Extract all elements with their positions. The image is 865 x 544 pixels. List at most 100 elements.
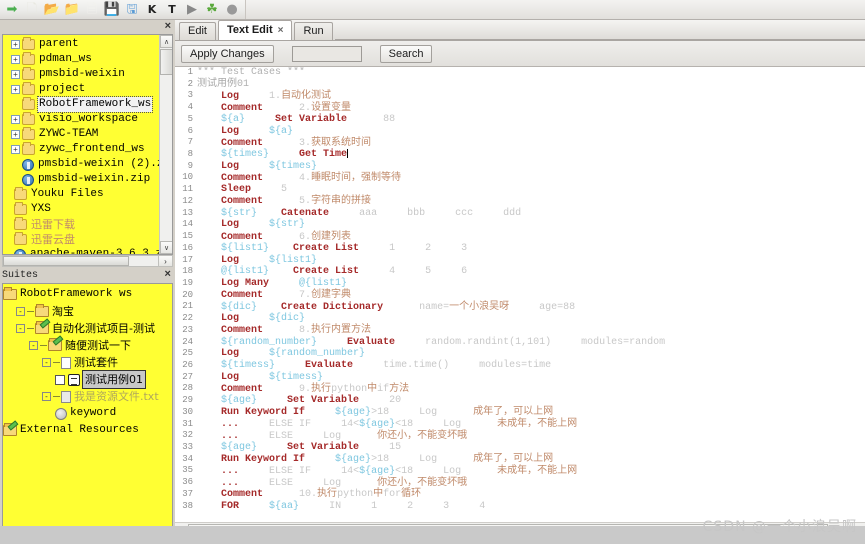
code-line[interactable]: 8 ${times} Get Time [175, 148, 865, 161]
code-line[interactable]: 9 Log ${times} [175, 161, 865, 173]
code-line[interactable]: 22 Log ${dic} [175, 313, 865, 325]
file-tree-item[interactable]: Youku Files [3, 187, 160, 202]
code-line[interactable]: 24 ${random_number} Evaluate random.rand… [175, 337, 865, 349]
suite-tree-item[interactable]: - 我是资源文件.txt [3, 388, 172, 405]
file-tree-item[interactable]: + pdman_ws [3, 52, 160, 67]
code-line[interactable]: 38 FOR ${aa} IN 1 2 3 4 [175, 501, 865, 513]
test-case-checkbox[interactable] [55, 374, 65, 385]
code-lines[interactable]: 1 *** Test Cases *** 2 测试用例01 3 Log 1.自动化测试 4… [175, 67, 865, 522]
tab-text-edit[interactable]: Text Edit × [217, 20, 293, 40]
code-line[interactable]: 11 Sleep 5 [175, 184, 865, 196]
code-line[interactable]: 30 Run Keyword If ${age}>18 Log 成年了，可以上网 [175, 406, 865, 419]
suite-tree-item[interactable]: 测试用例01 [3, 370, 172, 389]
code-line[interactable]: 21 ${dic} Create Dictionary name=一个小浪吴呀 … [175, 301, 865, 313]
apply-changes-button[interactable]: Apply Changes [181, 44, 274, 63]
forward-arrow-icon[interactable]: ➡ [2, 0, 22, 19]
code-line[interactable]: 7 Comment 3.获取系统时间 [175, 137, 865, 149]
tree-collapse-icon[interactable]: - [42, 358, 51, 367]
code-line[interactable]: 4 Comment 2.设置变量 [175, 102, 865, 114]
tree-expand-icon[interactable]: + [11, 85, 20, 94]
suites-tree[interactable]: RobotFramework ws - 淘宝 - 自动化测试项目-测试 - 随便测试一下 - 测… [2, 283, 173, 541]
new-file-icon[interactable]: 🗋 [22, 0, 42, 19]
file-tree-item[interactable]: pmsbid-weixin (2).zip [3, 157, 160, 172]
code-line[interactable]: 13 ${str} Catenate aaa bbb ccc ddd [175, 208, 865, 220]
scroll-right-icon[interactable]: › [158, 256, 172, 266]
code-line[interactable]: 26 ${timess} Evaluate time.time() module… [175, 360, 865, 372]
run-icon[interactable]: ▶ [182, 0, 202, 19]
scrollbar-thumb[interactable] [3, 256, 129, 266]
folder-icon[interactable]: 📁 [62, 0, 82, 19]
close-icon[interactable]: × [165, 21, 171, 32]
close-icon[interactable]: × [278, 21, 284, 40]
search-button[interactable]: Search [379, 44, 433, 63]
code-line[interactable]: 1 *** Test Cases *** [175, 67, 865, 79]
code-line[interactable]: 34 Run Keyword If ${age}>18 Log 成年了，可以上网 [175, 453, 865, 466]
code-line[interactable]: 28 Comment 9.执行python中if方法 [175, 383, 865, 395]
suite-tree-item[interactable]: - 淘宝 [3, 303, 172, 320]
scroll-down-icon[interactable]: ∨ [160, 241, 172, 254]
code-line[interactable]: 32 ... ELSE Log 你还小，不能变坏哦 [175, 430, 865, 442]
t-letter-icon[interactable]: T [162, 0, 182, 19]
file-tree-item[interactable]: + visio_workspace [3, 112, 160, 127]
code-line[interactable]: 31 ... ELSE IF 14<${age}<18 Log 未成年，不能上网 [175, 418, 865, 431]
open-folder-icon[interactable]: 📂 [42, 0, 62, 19]
code-editor-area[interactable]: 1 *** Test Cases *** 2 测试用例01 3 Log 1.自动化测试 4… [175, 67, 865, 535]
suite-tree-item[interactable]: - 随便测试一下 [3, 337, 172, 354]
code-line[interactable]: 16 ${list1} Create List 1 2 3 [175, 243, 865, 255]
code-line[interactable]: 2 测试用例01 [175, 78, 865, 91]
code-line[interactable]: 35 ... ELSE IF 14<${age}<18 Log 未成年，不能上网 [175, 465, 865, 477]
k-letter-icon[interactable]: K [142, 0, 162, 19]
file-tree-item[interactable]: 迅雷云盘 [3, 232, 160, 247]
code-line[interactable]: 18 @{list1} Create List 4 5 6 [175, 266, 865, 278]
scrollbar-thumb[interactable] [160, 49, 172, 75]
suite-tree-item[interactable]: RobotFramework ws [3, 286, 172, 303]
save-all-icon[interactable]: 🖫 [122, 0, 142, 19]
files-tree[interactable]: + parent + pdman_ws + pmsbid-weixin + project Ro… [3, 35, 160, 254]
code-line[interactable]: 37 Comment 10.执行python中for循环 [175, 488, 865, 501]
file-tree-item[interactable]: + ZYWC-TEAM [3, 127, 160, 142]
tree-expand-icon[interactable]: + [11, 130, 20, 139]
suite-tree-item[interactable]: keyword [3, 405, 172, 422]
code-line[interactable]: 19 Log Many @{list1} [175, 278, 865, 290]
code-line[interactable]: 15 Comment 6.创建列表 [175, 231, 865, 243]
code-line[interactable]: 27 Log ${timess} [175, 372, 865, 384]
code-line[interactable]: 17 Log ${list1} [175, 255, 865, 267]
tab-run[interactable]: Run [294, 22, 333, 40]
suite-tree-item[interactable]: - 自动化测试项目-测试 [3, 320, 172, 337]
code-line[interactable]: 25 Log ${random_number} [175, 348, 865, 360]
stop-icon[interactable]: ● [222, 0, 242, 19]
tree-expand-icon[interactable]: + [11, 115, 20, 124]
code-line[interactable]: 23 Comment 8.执行内置方法 [175, 324, 865, 337]
save-icon[interactable]: 💾 [102, 0, 122, 19]
code-line[interactable]: 14 Log ${str} [175, 219, 865, 231]
tree-collapse-icon[interactable]: - [29, 341, 38, 350]
file-tree-item[interactable]: + pmsbid-weixin [3, 67, 160, 82]
tree-collapse-icon[interactable]: - [16, 307, 25, 316]
file-tree-item[interactable]: + parent [3, 37, 160, 52]
suite-tree-item[interactable]: External Resources [3, 422, 172, 439]
tree-expand-icon[interactable]: + [11, 145, 20, 154]
code-line[interactable]: 10 Comment 4.睡眠时间，强制等待 [175, 172, 865, 184]
tab-edit[interactable]: Edit [179, 22, 216, 40]
file-tree-item[interactable]: YXS [3, 202, 160, 217]
code-line[interactable]: 12 Comment 5.字符串的拼接 [175, 195, 865, 208]
file-tree-item[interactable]: + project [3, 82, 160, 97]
tree-expand-icon[interactable]: + [11, 70, 20, 79]
suite-tree-item[interactable]: - 测试套件 [3, 354, 172, 371]
tree-expand-icon[interactable]: + [11, 55, 20, 64]
close-icon[interactable]: × [164, 270, 171, 281]
code-line[interactable]: 33 ${age} Set Variable 15 [175, 442, 865, 454]
code-line[interactable]: 6 Log ${a} [175, 126, 865, 138]
file-tree-item[interactable]: apache-maven-3.6.3.zip [3, 247, 160, 254]
code-line[interactable]: 5 ${a} Set Variable 88 [175, 114, 865, 126]
file-tree-item[interactable]: + zywc_frontend_ws [3, 142, 160, 157]
code-line[interactable]: 36 ... ELSE Log 你还小，不能变坏哦 [175, 477, 865, 489]
bug-icon[interactable]: ☘ [202, 0, 222, 19]
files-vertical-scrollbar[interactable]: ∧ ∨ [159, 35, 172, 254]
scroll-up-icon[interactable]: ∧ [160, 35, 172, 48]
file-tree-item[interactable]: 迅雷下载 [3, 217, 160, 232]
files-horizontal-scrollbar[interactable]: › [2, 255, 173, 267]
code-line[interactable]: 20 Comment 7.创建字典 [175, 289, 865, 302]
code-line[interactable]: 3 Log 1.自动化测试 [175, 90, 865, 102]
tree-collapse-icon[interactable]: - [42, 392, 51, 401]
